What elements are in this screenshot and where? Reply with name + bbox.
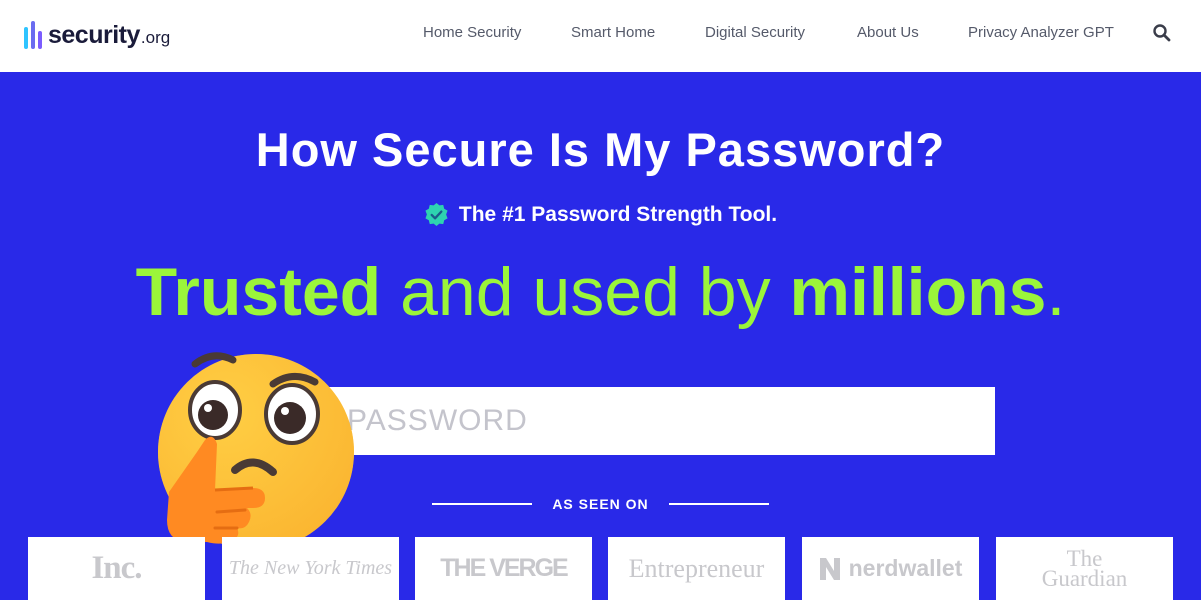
hero-section: How Secure Is My Password? The #1 Passwo… <box>0 72 1201 600</box>
press-card-guardian[interactable]: The Guardian <box>996 537 1173 600</box>
tagline: Trusted and used by millions. <box>0 252 1201 332</box>
verified-check-icon <box>425 202 448 227</box>
nav-privacy-analyzer-gpt[interactable]: Privacy Analyzer GPT <box>968 24 1114 41</box>
nav-smart-home[interactable]: Smart Home <box>571 24 655 41</box>
press-card-inc[interactable]: Inc. <box>28 537 205 600</box>
divider-right <box>668 503 769 505</box>
search-button[interactable] <box>1152 23 1172 43</box>
site-header: security .org Home Security Smart Home D… <box>0 0 1201 72</box>
nav-about-us[interactable]: About Us <box>857 24 919 41</box>
thinking-face-emoji <box>158 352 354 550</box>
as-seen-on-row: AS SEEN ON <box>0 496 1201 512</box>
main-nav: Home Security Smart Home Digital Securit… <box>0 0 1201 72</box>
press-logo-verge: THE VERGE <box>440 554 568 582</box>
tagline-period: . <box>1046 254 1066 330</box>
page-title: How Secure Is My Password? <box>255 123 946 176</box>
nerdwallet-mark-icon <box>819 557 840 580</box>
nav-home-security[interactable]: Home Security <box>423 24 521 41</box>
press-logo-inc: Inc. <box>91 550 142 586</box>
tagline-millions: millions <box>789 254 1047 330</box>
divider-left <box>432 503 533 505</box>
password-input[interactable] <box>325 387 995 455</box>
badge-text: The #1 Password Strength Tool. <box>458 202 778 226</box>
press-card-entrepreneur[interactable]: Entrepreneur <box>608 537 785 600</box>
badge-row: The #1 Password Strength Tool. <box>0 202 1201 227</box>
tagline-trusted: Trusted <box>135 254 382 330</box>
press-logo-nyt: The New York Times <box>228 557 393 579</box>
press-logo-entrepreneur: Entrepreneur <box>628 553 765 583</box>
nav-digital-security[interactable]: Digital Security <box>705 24 805 41</box>
as-seen-on-label: AS SEEN ON <box>552 496 649 512</box>
press-logos: Inc. The New York Times THE VERGE Entrep… <box>28 537 1178 600</box>
tagline-middle: and used by <box>381 254 790 330</box>
press-logo-guardian: The Guardian <box>1041 545 1128 591</box>
press-card-verge[interactable]: THE VERGE <box>415 537 592 600</box>
press-card-nyt[interactable]: The New York Times <box>222 537 399 600</box>
search-icon <box>1153 24 1171 42</box>
press-card-nerdwallet[interactable]: nerdwallet <box>802 537 979 600</box>
press-logo-nerdwallet: nerdwallet <box>848 555 963 581</box>
